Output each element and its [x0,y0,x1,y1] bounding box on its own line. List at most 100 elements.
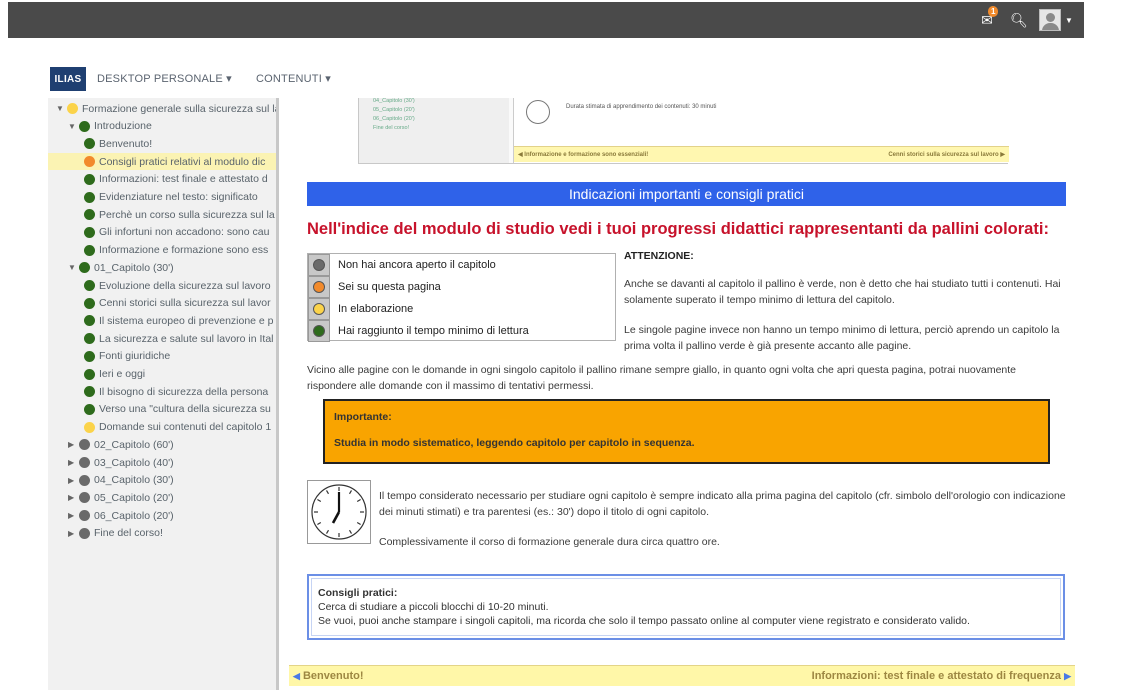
green-dot-icon [84,191,95,203]
prev-page-link[interactable]: ◀ Benvenuto! [293,670,363,682]
tree-item-label: Gli infortuni non accadono: sono cau [99,226,270,239]
tree-item-label: 03_Capitolo (40') [94,456,174,469]
green-dot-icon [84,315,95,327]
important-title: Importante: [334,411,392,423]
search-icon[interactable]: 🔍︎ [1008,9,1030,31]
green-dot-icon [84,403,95,415]
screenshot-nav-bar: ◀ Informazione e formazione sono essenzi… [514,146,1009,162]
notification-badge: 1 [988,6,999,17]
clock-icon [526,100,550,124]
expand-down-icon[interactable]: ▼ [68,263,79,272]
yellow-dot-icon [84,421,95,433]
tree-item[interactable]: ▶ 03_Capitolo (40') [68,454,174,471]
tree-item-label: Ieri e oggi [99,368,146,380]
green-dot-icon [84,244,95,256]
tree-item[interactable]: ▼ 01_Capitolo (30') [68,259,174,276]
tree-item[interactable]: ▶ 05_Capitolo (20') [68,489,174,506]
user-menu-button[interactable]: ▼ [1036,9,1076,31]
attention-paragraph: Le singole pagine invece non hanno un te… [624,324,1060,352]
attention-title: ATTENZIONE: [624,250,694,262]
expand-right-icon[interactable]: ▶ [68,476,79,485]
tree-item[interactable]: ▼ Introduzione [68,118,152,135]
expand-right-icon[interactable]: ▶ [68,458,79,467]
chevron-down-icon: ▼ [1065,15,1073,25]
tree-item[interactable]: Il bisogno di sicurezza della persona [84,383,268,400]
legend-row: In elaborazione [308,298,615,320]
legend-swatch [308,320,330,342]
legend-label: Sei su questa pagina [338,281,441,293]
time-info: Il tempo considerato necessario per stud… [379,488,1075,550]
tree-item-label: Domande sui contenuti del capitolo 1 [99,421,272,434]
tree-item[interactable]: Informazione e formazione sono ess [84,242,268,259]
tree-item-label: Consigli pratici relativi al modulo dic [99,155,266,168]
grey-dot-icon [79,527,90,539]
tree-item[interactable]: ▶ 06_Capitolo (20') [68,507,174,524]
tree-item-label: Fine del corso! [94,527,163,540]
expand-right-icon[interactable]: ▶ [68,529,79,538]
tree-item[interactable]: Gli infortuni non accadono: sono cau [84,224,269,241]
tree-item[interactable]: Ieri e oggi [84,366,145,383]
nav-desktop-personale[interactable]: DESKTOP PERSONALE ▾ [97,72,232,85]
legend-swatch [308,254,330,276]
screenshot-tree-item: 05_Capitolo (20') [373,107,415,113]
tree-item[interactable]: La sicurezza e salute sul lavoro in Ital [84,330,274,347]
tips-line: Cerca di studiare a piccoli blocchi di 1… [318,601,549,613]
top-bar-background [8,2,1084,38]
grey-dot-icon [79,439,90,451]
attention-paragraph: Anche se davanti al capitolo il pallino … [624,278,1061,306]
tree-item[interactable]: Fonti giuridiche [84,348,170,365]
screenshot-tree-item: 04_Capitolo (30') [373,98,415,104]
progress-legend: Non hai ancora aperto il capitolo Sei su… [307,253,616,342]
attention-block: ATTENZIONE: Anche se davanti al capitolo… [624,248,1064,354]
next-page-link[interactable]: Informazioni: test finale e attestato di… [812,670,1071,682]
tree-item[interactable]: Verso una "cultura della sicurezza su [84,401,271,418]
tree-item-label: Formazione generale sulla sicurezza sul … [82,102,279,115]
grey-dot-icon [79,492,90,504]
tree-item[interactable]: ▼ Formazione generale sulla sicurezza sul… [56,100,279,117]
screenshot-page: Durata stimata di apprendimento dei cont… [513,98,1009,163]
nav-contenuti[interactable]: CONTENUTI ▾ [256,72,331,85]
tree-item[interactable]: ▶ Fine del corso! [68,525,163,542]
tree-item[interactable]: Domande sui contenuti del capitolo 1 [84,419,271,436]
expand-down-icon[interactable]: ▼ [68,122,79,131]
tree-item[interactable]: Cenni storici sulla sicurezza sul lavor [84,295,271,312]
tree-item-label: 04_Capitolo (30') [94,474,174,487]
embedded-screenshot: 04_Capitolo (30') 05_Capitolo (20') 06_C… [358,98,1009,164]
grey-dot-icon [79,510,90,522]
tree-item[interactable]: Il sistema europeo di prevenzione e p [84,312,274,329]
tree-item[interactable]: ▶ 04_Capitolo (30') [68,472,174,489]
tree-item-label: Il bisogno di sicurezza della persona [99,385,269,398]
expand-right-icon[interactable]: ▶ [68,493,79,502]
expand-down-icon[interactable]: ▼ [56,104,67,113]
legend-label: Hai raggiunto il tempo minimo di lettura [338,325,529,337]
grey-dot-icon [313,259,325,271]
expand-right-icon[interactable]: ▶ [68,511,79,520]
tree-item[interactable]: Benvenuto! [84,135,152,152]
screenshot-prev: ◀ Informazione e formazione sono essenzi… [518,152,649,158]
mail-icon[interactable]: ✉ 1 [976,6,999,31]
green-dot-icon [84,226,95,238]
tree-item[interactable]: ▶ 02_Capitolo (60') [68,436,174,453]
main-navbar: ILIAS DESKTOP PERSONALE ▾ CONTENUTI ▾ [0,40,1139,98]
green-dot-icon [84,350,95,362]
top-bar: ✉ 1 🔍︎ ▼ [0,0,1139,40]
tree-item[interactable]: Perchè un corso sulla sicurezza sul la [84,206,275,223]
tree-item-label: Perchè un corso sulla sicurezza sul la [99,208,275,221]
orange-dot-icon [313,281,325,293]
section-header: Indicazioni importanti e consigli pratic… [307,182,1066,206]
tree-item[interactable]: Evidenziature nel testo: significato [84,189,258,206]
legend-swatch [308,298,330,320]
clock-image [307,480,371,544]
prev-page-label: Benvenuto! [302,670,364,682]
important-text: Studia in modo sistematico, leggendo cap… [334,437,695,449]
expand-right-icon[interactable]: ▶ [68,440,79,449]
tree-item-label: Evoluzione della sicurezza sul lavoro [99,279,271,292]
ilias-logo[interactable]: ILIAS [50,67,86,91]
tips-box: Consigli pratici: Cerca di studiare a pi… [307,574,1065,640]
tree-item-label: 05_Capitolo (20') [94,491,174,504]
tree-item[interactable]: Evoluzione della sicurezza sul lavoro [84,277,271,294]
tree-item[interactable]: Informazioni: test finale e attestato d [84,171,268,188]
tree-item[interactable]: Consigli pratici relativi al modulo dic [48,153,276,171]
legend-swatch [308,276,330,298]
green-dot-icon [84,368,95,380]
